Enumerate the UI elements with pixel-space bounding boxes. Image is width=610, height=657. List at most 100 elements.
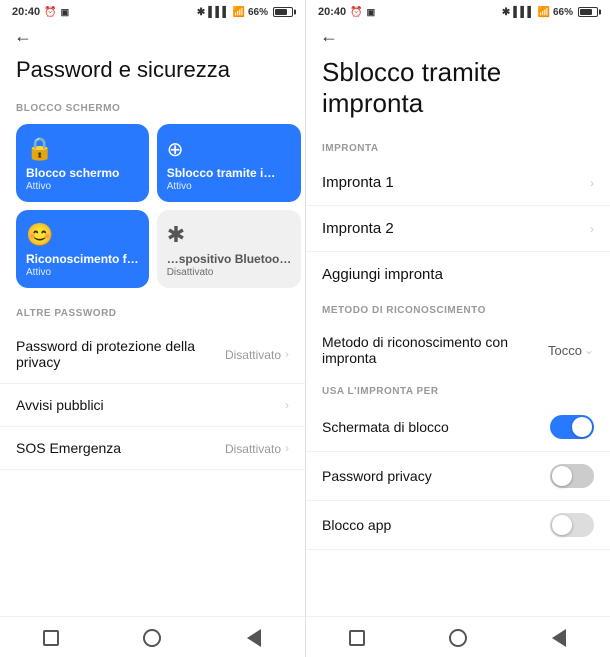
tile-sblocco-impronta[interactable]: ⊕ Sblocco tramite i… Attivo xyxy=(157,124,302,202)
method-title: Metodo di riconoscimento con impronta xyxy=(322,334,548,366)
battery-label-right: 66% xyxy=(553,7,573,18)
use-for-blocco-app: Blocco app xyxy=(306,501,610,550)
avvisi-right: › xyxy=(285,398,289,412)
list-item-sos[interactable]: SOS Emergenza Disattivato › xyxy=(0,427,305,470)
method-item[interactable]: Metodo di riconoscimento con impronta To… xyxy=(306,322,610,378)
alarm-icon-r: ⏰ xyxy=(350,7,362,18)
tile-bluetooth[interactable]: ✱ …spositivo Bluetoo… Disattivato xyxy=(157,210,302,288)
sos-title: SOS Emergenza xyxy=(16,440,225,456)
circle-icon-right xyxy=(449,629,467,647)
left-panel: 20:40 ⏰ ▣ ✱ ▌▌▌ 📶 66% ← Password e sicur… xyxy=(0,0,305,657)
tile-sblocco-title: Sblocco tramite i… xyxy=(167,166,292,180)
avvisi-item-left: Avvisi pubblici xyxy=(16,397,285,413)
fingerprint-item-1[interactable]: Impronta 1 › xyxy=(306,160,610,206)
bluetooth-icon: ✱ xyxy=(197,7,205,18)
tile-blocco-schermo[interactable]: 🔒 Blocco schermo Attivo xyxy=(16,124,149,202)
battery-icon-left xyxy=(273,7,293,17)
status-time-right: 20:40 ⏰ ▣ xyxy=(318,6,375,18)
back-button-left[interactable]: ← xyxy=(14,26,32,46)
bluetooth-icon-r: ✱ xyxy=(502,7,510,18)
square-icon-left xyxy=(43,630,59,646)
time-right: 20:40 xyxy=(318,6,346,18)
privacy-toggle-knob xyxy=(552,466,572,486)
fp1-title: Impronta 1 xyxy=(322,174,394,191)
fingerprint-item-2[interactable]: Impronta 2 › xyxy=(306,206,610,252)
time-left: 20:40 xyxy=(12,6,40,18)
battery-icon-right xyxy=(578,7,598,17)
fp1-chevron: › xyxy=(590,176,594,190)
fp2-title: Impronta 2 xyxy=(322,220,394,237)
section-blocco-label: BLOCCO SCHERMO xyxy=(0,95,305,120)
tile-bt-title: …spositivo Bluetoo… xyxy=(167,252,292,266)
status-bar-left: 20:40 ⏰ ▣ ✱ ▌▌▌ 📶 66% xyxy=(0,0,305,22)
status-icons-right: ✱ ▌▌▌ 📶 66% xyxy=(502,7,598,18)
tile-riconoscimento[interactable]: 😊 Riconoscimento f… Attivo xyxy=(16,210,149,288)
method-chevron: ⌄ xyxy=(584,343,594,357)
use-for-privacy: Password privacy xyxy=(306,452,610,501)
bottom-nav-right xyxy=(306,616,610,657)
sos-item-left: SOS Emergenza xyxy=(16,440,225,456)
signal-icon-r: ▌▌▌ xyxy=(513,7,534,18)
blocco-app-toggle-knob xyxy=(552,515,572,535)
wifi-icon: 📶 xyxy=(233,7,245,18)
privacy-right: Disattivato › xyxy=(225,347,289,362)
recent-button-left[interactable] xyxy=(141,627,163,649)
tiles-grid: 🔒 Blocco schermo Attivo ⊕ Sblocco tramit… xyxy=(0,120,305,300)
nav-bar-left: ← xyxy=(0,22,305,55)
fingerprint-tile-icon: ⊕ xyxy=(167,137,292,162)
triangle-icon-right xyxy=(552,629,566,647)
recording-icon: ▣ xyxy=(61,7,70,18)
back-button-right[interactable]: ← xyxy=(320,26,338,46)
battery-label-left: 66% xyxy=(248,7,268,18)
list-item-privacy[interactable]: Password di protezione della privacy Dis… xyxy=(0,325,305,384)
avvisi-title: Avvisi pubblici xyxy=(16,397,285,413)
face-icon: 😊 xyxy=(26,222,139,248)
back-nav-button-left[interactable] xyxy=(243,627,265,649)
recording-icon-r: ▣ xyxy=(367,7,376,18)
privacy-toggle[interactable] xyxy=(550,464,594,488)
home-button-right[interactable] xyxy=(346,627,368,649)
recent-button-right[interactable] xyxy=(447,627,469,649)
use-for-schermata: Schermata di blocco xyxy=(306,403,610,452)
signal-icon: ▌▌▌ xyxy=(208,7,229,18)
alarm-icon: ⏰ xyxy=(44,7,56,18)
privacy-privacy-label: Password privacy xyxy=(322,468,432,484)
privacy-chevron: › xyxy=(285,347,289,361)
nav-bar-right: ← xyxy=(306,22,610,55)
triangle-icon-left xyxy=(247,629,261,647)
status-icons-left: ✱ ▌▌▌ 📶 66% xyxy=(197,7,293,18)
page-title-left: Password e sicurezza xyxy=(0,55,305,95)
privacy-item-left: Password di protezione della privacy xyxy=(16,338,225,370)
lock-icon: 🔒 xyxy=(26,136,139,162)
sos-chevron: › xyxy=(285,441,289,455)
method-value: Tocco ⌄ xyxy=(548,343,594,358)
blocco-app-toggle[interactable] xyxy=(550,513,594,537)
back-nav-button-right[interactable] xyxy=(548,627,570,649)
circle-icon-left xyxy=(143,629,161,647)
tile-blocco-title: Blocco schermo xyxy=(26,166,139,180)
avvisi-chevron: › xyxy=(285,398,289,412)
bluetooth-tile-icon: ✱ xyxy=(167,222,292,248)
fp2-chevron: › xyxy=(590,222,594,236)
tile-sblocco-status: Attivo xyxy=(167,181,292,192)
page-title-right: Sblocco tramite impronta xyxy=(306,55,610,135)
home-button-left[interactable] xyxy=(40,627,62,649)
section-metodo-label: METODO DI RICONOSCIMENTO xyxy=(306,297,610,322)
add-fingerprint-button[interactable]: Aggiungi impronta xyxy=(306,252,610,297)
privacy-value: Disattivato xyxy=(225,348,281,362)
method-value-text: Tocco xyxy=(548,343,582,358)
schermata-label: Schermata di blocco xyxy=(322,419,449,435)
tile-ricono-title: Riconoscimento f… xyxy=(26,252,139,266)
privacy-title: Password di protezione della privacy xyxy=(16,338,225,370)
schermata-toggle[interactable] xyxy=(550,415,594,439)
bottom-nav-left xyxy=(0,616,305,657)
list-item-avvisi[interactable]: Avvisi pubblici › xyxy=(0,384,305,427)
right-panel: 20:40 ⏰ ▣ ✱ ▌▌▌ 📶 66% ← Sblocco tramite … xyxy=(305,0,610,657)
section-impronta-label: IMPRONTA xyxy=(306,135,610,160)
tile-blocco-status: Attivo xyxy=(26,181,139,192)
status-time-left: 20:40 ⏰ ▣ xyxy=(12,6,69,18)
status-bar-right: 20:40 ⏰ ▣ ✱ ▌▌▌ 📶 66% xyxy=(306,0,610,22)
schermata-toggle-knob xyxy=(572,417,592,437)
sos-right: Disattivato › xyxy=(225,441,289,456)
section-usa-label: USA L'IMPRONTA PER xyxy=(306,378,610,403)
